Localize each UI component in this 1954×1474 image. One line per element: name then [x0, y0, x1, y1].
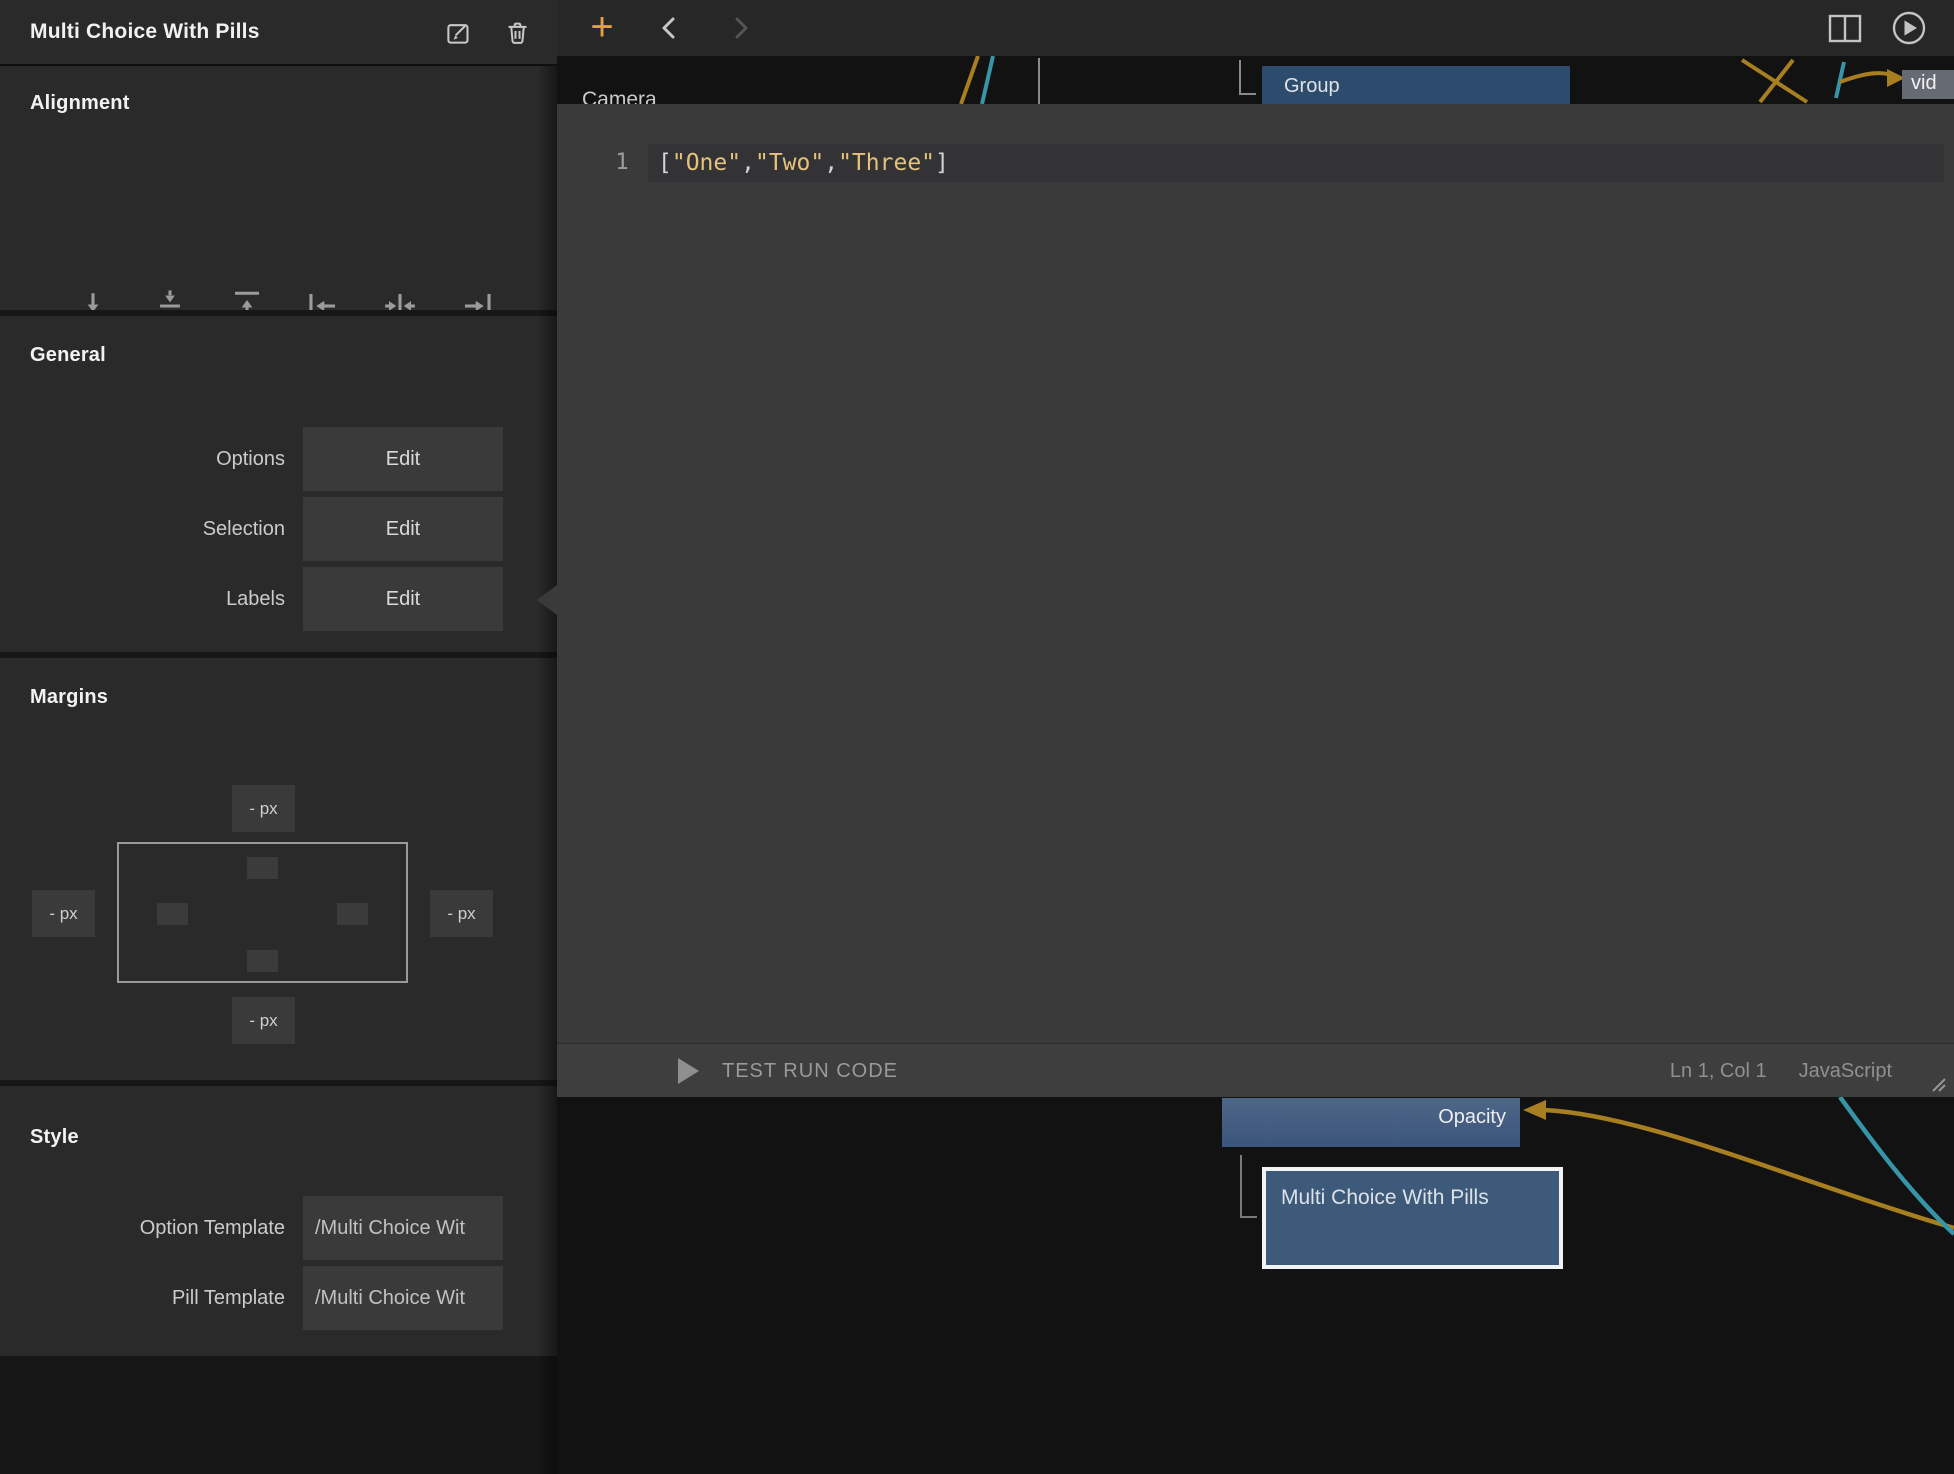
line-number: 1	[605, 144, 639, 182]
pill-template-label: Pill Template	[0, 1287, 285, 1310]
node-graph-bottom: Opacity Multi Choice With Pills	[557, 1097, 1954, 1474]
sidebar-header: Multi Choice With Pills	[0, 0, 557, 66]
play-icon	[678, 1058, 700, 1084]
alignment-section: Alignment	[0, 66, 557, 310]
option-template-field[interactable]: /Multi Choice Wit	[303, 1196, 503, 1260]
navigate-forward-button[interactable]	[726, 14, 754, 42]
pill-template-field[interactable]: /Multi Choice Wit	[303, 1266, 503, 1330]
margin-top-field[interactable]: - px	[232, 785, 295, 832]
general-section: General Options Edit Selection Edit Labe…	[0, 316, 557, 652]
align-bottom-icon[interactable]	[73, 286, 113, 310]
margins-diagram	[117, 842, 408, 983]
margins-diagram-right-handle	[337, 903, 368, 925]
margins-diagram-left-handle	[157, 903, 188, 925]
labels-edit-button[interactable]: Edit	[303, 567, 503, 631]
multi-choice-node-label: Multi Choice With Pills	[1266, 1171, 1559, 1213]
general-section-title: General	[30, 344, 106, 367]
group-node[interactable]: Group	[1262, 66, 1570, 104]
selection-row: Selection Edit	[0, 497, 557, 561]
app-window: Multi Choice With Pills Alignme	[0, 0, 1954, 1474]
graph-wires-bottom	[557, 1097, 1954, 1474]
style-section: Style Option Template /Multi Choice Wit …	[0, 1086, 557, 1356]
code-editor-popover: 1 ["One","Two","Three"] TEST RUN CODE Ln…	[557, 104, 1954, 1097]
margins-section: Margins - px - px - px - px	[0, 658, 557, 1080]
align-horizontal-center-icon[interactable]	[380, 286, 420, 310]
labels-label: Labels	[0, 588, 285, 611]
labels-row: Labels Edit	[0, 567, 557, 631]
editor-footer-bar: TEST RUN CODE Ln 1, Col 1 JavaScript	[557, 1043, 1954, 1097]
options-row: Options Edit	[0, 427, 557, 491]
selection-label: Selection	[0, 518, 285, 541]
margins-diagram-top-handle	[247, 857, 278, 879]
option-template-row: Option Template /Multi Choice Wit	[0, 1196, 557, 1260]
align-left-icon[interactable]	[303, 286, 343, 310]
selected-patch-title: Multi Choice With Pills	[30, 20, 413, 44]
code-token: ]	[935, 150, 949, 176]
resize-grip[interactable]	[1926, 1074, 1948, 1092]
options-label: Options	[0, 448, 285, 471]
margin-left-field[interactable]: - px	[32, 890, 95, 937]
alignment-buttons	[73, 286, 497, 310]
align-top-icon[interactable]	[227, 286, 267, 310]
margin-right-field[interactable]: - px	[430, 890, 493, 937]
properties-sidebar: Multi Choice With Pills Alignme	[0, 0, 557, 1474]
opacity-node[interactable]: Opacity	[1222, 1098, 1520, 1147]
test-run-code-label: TEST RUN CODE	[722, 1060, 898, 1083]
selection-edit-button[interactable]: Edit	[303, 497, 503, 561]
align-right-icon[interactable]	[457, 286, 497, 310]
graph-wires-top	[557, 56, 1954, 104]
language-selector[interactable]: JavaScript	[1799, 1060, 1892, 1083]
code-token: ,	[824, 150, 838, 176]
code-token: "One"	[672, 150, 741, 176]
node-graph-top-strip: Camera Group vid	[557, 56, 1954, 104]
test-run-code-button[interactable]: TEST RUN CODE	[678, 1044, 898, 1098]
code-token: "Two"	[755, 150, 824, 176]
navigate-back-button[interactable]	[656, 14, 684, 42]
margins-section-title: Margins	[30, 686, 108, 709]
split-view-icon[interactable]	[1826, 9, 1864, 47]
code-token: "Three"	[838, 150, 935, 176]
pill-template-row: Pill Template /Multi Choice Wit	[0, 1266, 557, 1330]
patch-toolbar: +	[557, 0, 1954, 56]
video-node[interactable]: vid	[1902, 70, 1954, 99]
options-edit-button[interactable]: Edit	[303, 427, 503, 491]
style-section-title: Style	[30, 1126, 79, 1149]
alignment-section-title: Alignment	[30, 92, 130, 115]
cursor-position: Ln 1, Col 1	[1670, 1060, 1767, 1083]
rename-icon[interactable]	[445, 19, 472, 46]
code-token: [	[658, 150, 672, 176]
code-line[interactable]: ["One","Two","Three"]	[648, 144, 1944, 182]
popover-callout-arrow	[537, 585, 557, 615]
delete-icon[interactable]	[504, 19, 531, 46]
option-template-label: Option Template	[0, 1217, 285, 1240]
code-token: ,	[741, 150, 755, 176]
add-patch-button[interactable]: +	[583, 8, 621, 48]
margin-bottom-field[interactable]: - px	[232, 997, 295, 1044]
run-preview-icon[interactable]	[1890, 9, 1928, 47]
margins-diagram-bottom-handle	[247, 950, 278, 972]
multi-choice-with-pills-node[interactable]: Multi Choice With Pills	[1262, 1167, 1563, 1269]
align-vertical-center-icon[interactable]	[150, 286, 190, 310]
camera-node[interactable]: Camera	[582, 88, 657, 104]
